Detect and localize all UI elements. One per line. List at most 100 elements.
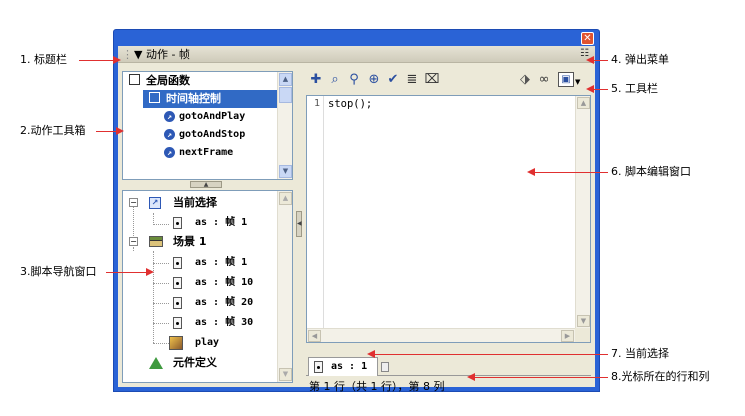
- callout-leader: [473, 377, 608, 378]
- nav-frame-label: as : 帧 1: [195, 257, 248, 268]
- scroll-right-button[interactable]: ▶: [561, 330, 574, 342]
- scroll-left-button[interactable]: ◀: [308, 330, 321, 342]
- callout-toolbar: 5. 工具栏: [611, 82, 658, 95]
- close-button[interactable]: ✕: [581, 32, 594, 45]
- view-options-icon[interactable]: ▣: [558, 72, 574, 87]
- nav-scene[interactable]: − 场景 1: [123, 232, 283, 252]
- add-action-icon[interactable]: ✚: [308, 72, 324, 88]
- panel-title-bar[interactable]: ⋮▼ 动作 - 帧 ☷: [118, 46, 595, 63]
- nav-frame-10[interactable]: as : 帧 10: [123, 273, 283, 293]
- cursor-position-status: 第 1 行（共 1 行），第 8 列: [309, 380, 445, 393]
- arrow-right-icon: [116, 127, 124, 135]
- frame-icon: [173, 317, 182, 329]
- callout-script-editor: 6. 脚本编辑窗口: [611, 165, 691, 178]
- find-replace-icon[interactable]: ⚲: [346, 72, 362, 88]
- scroll-up-button[interactable]: ▲: [577, 97, 590, 109]
- nav-movieclip-play[interactable]: play: [123, 333, 283, 353]
- nav-current-selection-label: 当前选择: [173, 196, 217, 209]
- callout-leader: [79, 60, 115, 61]
- current-selection-icon: ↗: [149, 197, 161, 209]
- scroll-down-button[interactable]: ▼: [279, 368, 292, 381]
- toolbox-timeline-control-label: 时间轴控制: [166, 92, 221, 105]
- toolbox-item-nextframe[interactable]: ↗ nextFrame: [123, 144, 292, 162]
- nav-current-selection[interactable]: − ↗ 当前选择: [123, 193, 283, 213]
- action-arrow-icon: ↗: [164, 111, 175, 122]
- arrow-right-icon: [146, 268, 154, 276]
- scrollbar-corner: [575, 328, 590, 342]
- nav-current-frame[interactable]: as : 帧 1: [123, 213, 283, 233]
- frame-icon: [314, 361, 323, 373]
- nav-frame-label: as : 帧 30: [195, 317, 254, 328]
- toolbox-global-functions[interactable]: 全局函数: [123, 72, 292, 90]
- toolbox-global-functions-label: 全局函数: [146, 74, 190, 87]
- collapse-toggle-icon[interactable]: −: [129, 198, 138, 207]
- actions-panel-window: ✕ ⋮▼ 动作 - 帧 ☷ 全局函数 时间轴控制 ↗ gotoAndPlay ↗ g…: [113, 29, 600, 393]
- tab-current-script-label: as : 1: [331, 361, 368, 372]
- line-number-gutter: 1: [307, 96, 324, 328]
- toolbox-scrollbar[interactable]: ▲ ▼: [277, 72, 292, 179]
- collapse-toggle-icon[interactable]: −: [129, 237, 138, 246]
- toolbox-item-label: gotoAndPlay: [179, 111, 246, 122]
- auto-format-icon[interactable]: ≣: [404, 72, 420, 88]
- tab-current-script[interactable]: as : 1: [308, 357, 389, 376]
- toolbox-item-gotoandplay[interactable]: ↗ gotoAndPlay: [123, 108, 292, 126]
- debug-options-icon[interactable]: ⬗: [517, 72, 533, 88]
- script-code[interactable]: stop();: [328, 98, 372, 110]
- callout-leader: [592, 60, 608, 61]
- nav-frame-20[interactable]: as : 帧 20: [123, 293, 283, 313]
- nav-symbol-definitions[interactable]: 元件定义: [123, 353, 283, 373]
- toolbox-item-label: nextFrame: [179, 147, 234, 158]
- callout-actions-toolbox: 2.动作工具箱: [20, 124, 86, 137]
- nav-frame-label: as : 帧 10: [195, 277, 254, 288]
- script-editor[interactable]: 1 stop(); ▲ ▼ ◀ ▶: [306, 95, 591, 343]
- script-toolbar: ✚ ⌕ ⚲ ⊕ ✔ ≣ ⌧ ⬗ ∞ ▣ ▼: [306, 70, 591, 92]
- editor-vertical-scrollbar[interactable]: ▲ ▼: [575, 96, 590, 328]
- reference-icon[interactable]: ∞: [536, 72, 552, 88]
- panel-title: 动作 - 帧: [145, 48, 190, 61]
- toolbox-item-label: gotoAndStop: [179, 129, 246, 140]
- frame-icon: [173, 297, 182, 309]
- callout-title-bar: 1. 标题栏: [20, 53, 67, 66]
- view-options-dropdown-icon[interactable]: ▼: [575, 78, 580, 86]
- nav-symbol-definitions-label: 元件定义: [173, 356, 217, 369]
- divider-collapse-icon[interactable]: ◀: [296, 211, 302, 237]
- callout-leader: [96, 131, 118, 132]
- scroll-up-button[interactable]: ▲: [279, 192, 292, 205]
- nav-frame-30[interactable]: as : 帧 30: [123, 313, 283, 333]
- callout-leader: [533, 172, 608, 173]
- callout-current-selection: 7. 当前选择: [611, 347, 669, 360]
- panel-body: ⋮▼ 动作 - 帧 ☷ 全局函数 时间轴控制 ↗ gotoAndPlay ↗ got…: [118, 46, 595, 393]
- frame-icon: [173, 257, 182, 269]
- callout-script-navigator: 3.脚本导航窗口: [20, 265, 97, 278]
- toolbox-timeline-control[interactable]: 时间轴控制: [143, 90, 292, 108]
- scroll-down-button[interactable]: ▼: [279, 165, 292, 178]
- script-tab-row: as : 1: [306, 357, 591, 376]
- scroll-thumb[interactable]: [279, 87, 292, 103]
- grip-icon[interactable]: ⋮: [122, 48, 133, 61]
- arrow-right-icon: [113, 56, 121, 64]
- pane-divider[interactable]: ◀: [296, 71, 303, 383]
- splitter-up-icon[interactable]: ▲: [190, 181, 222, 188]
- collapse-arrow-icon[interactable]: ▼: [134, 48, 142, 61]
- movieclip-icon: [169, 336, 183, 350]
- callout-cursor-position: 8.光标所在的行和列: [611, 370, 710, 383]
- frame-icon: [173, 217, 182, 229]
- toolbox-item-gotoandstop[interactable]: ↗ gotoAndStop: [123, 126, 292, 144]
- pin-script-icon[interactable]: [381, 362, 389, 372]
- code-hint-icon[interactable]: ⌧: [424, 72, 440, 88]
- action-arrow-icon: ↗: [164, 129, 175, 140]
- check-syntax-icon[interactable]: ✔: [385, 72, 401, 88]
- scroll-up-button[interactable]: ▲: [279, 73, 292, 86]
- target-path-icon[interactable]: ⊕: [366, 72, 382, 88]
- find-icon[interactable]: ⌕: [327, 72, 343, 88]
- toolbox-splitter[interactable]: ▲: [122, 181, 293, 189]
- editor-horizontal-scrollbar[interactable]: ◀ ▶: [307, 328, 575, 342]
- scroll-down-button[interactable]: ▼: [577, 315, 590, 327]
- frame-icon: [173, 277, 182, 289]
- symbol-definitions-icon: [149, 357, 163, 369]
- navigator-scrollbar[interactable]: ▲ ▼: [277, 191, 292, 382]
- nav-frame-label: as : 帧 20: [195, 297, 254, 308]
- action-arrow-icon: ↗: [164, 147, 175, 158]
- book-icon: [149, 92, 160, 103]
- nav-scene-label: 场景 1: [173, 235, 207, 248]
